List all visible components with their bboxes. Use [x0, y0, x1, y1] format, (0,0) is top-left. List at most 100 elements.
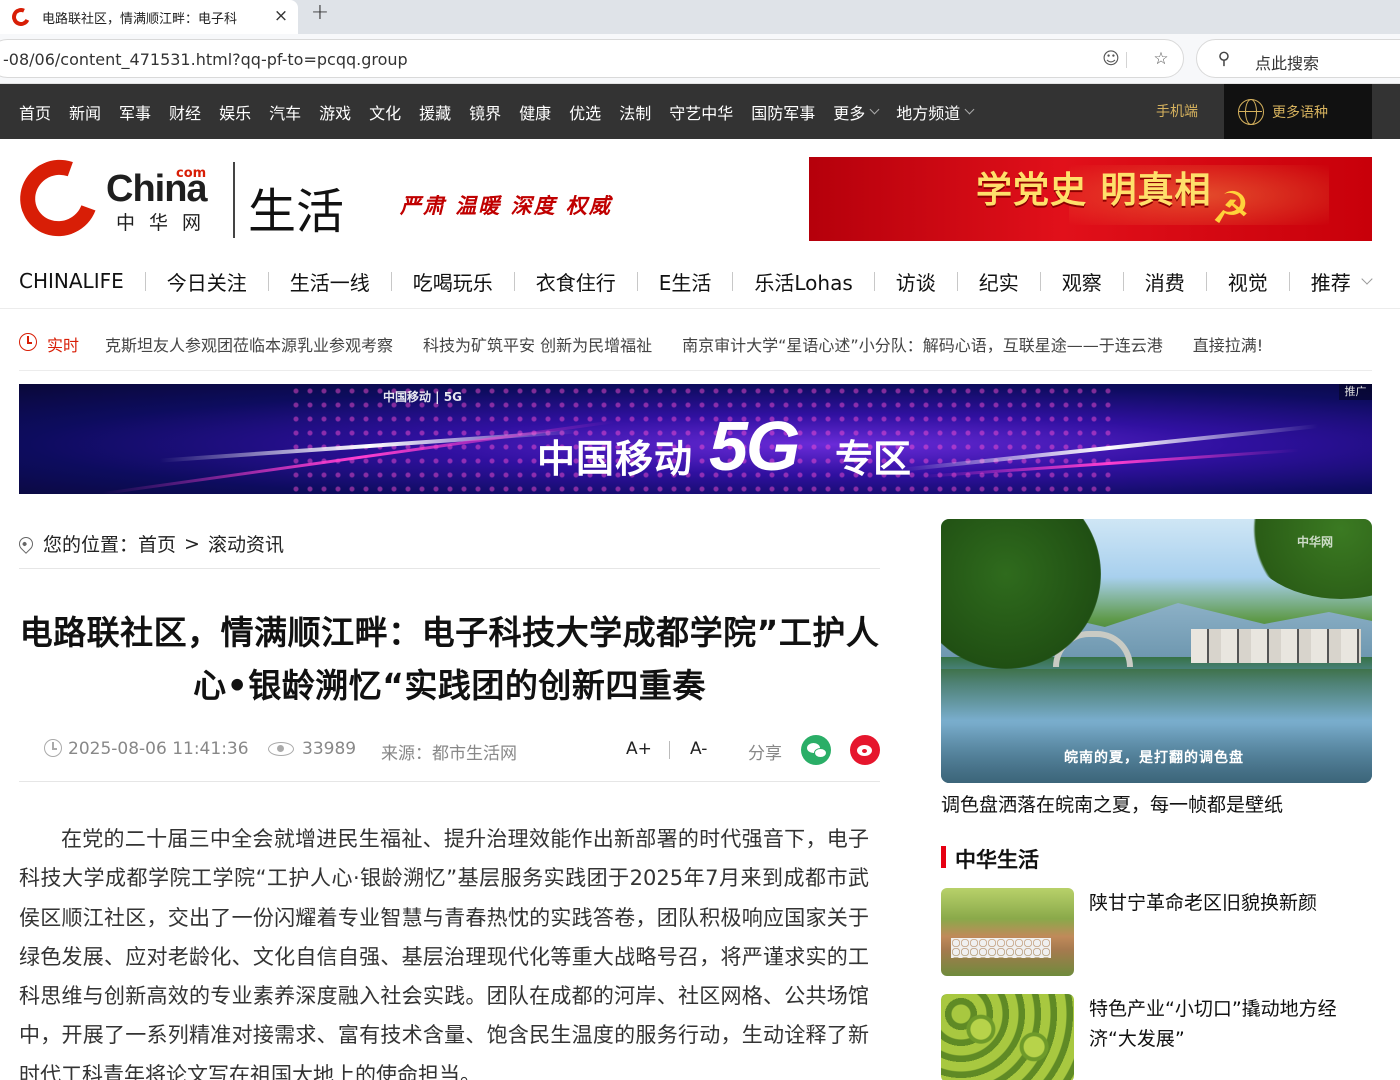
ticker-list: 克斯坦友人参观团莅临本源乳业参观考察 科技为矿筑平安 创新为民增福祉 南京审计大学“… [105, 332, 1293, 356]
news-thumbnail[interactable] [941, 888, 1074, 976]
breadcrumb: 您的位置： 首页 > 滚动资讯 [16, 530, 284, 557]
channel-item[interactable]: E生活 [659, 267, 712, 296]
channel-item[interactable]: 生活一线 [290, 267, 370, 296]
tab-title: 电路联社区，情满顺江畔：电子科 [42, 11, 238, 27]
font-decrease-button[interactable]: A- [690, 739, 707, 759]
meta-divider [19, 781, 880, 782]
channel-item[interactable]: 观察 [1062, 267, 1102, 296]
site-top-nav: 首页 新闻 军事 财经 娱乐 汽车 游戏 文化 援藏 镜界 健康 优选 法制 守艺中华 国防军事 更多 地方频道… [0, 84, 1400, 139]
top-nav-item[interactable]: 国防军事 [742, 100, 824, 124]
clock-icon [44, 739, 62, 757]
ad-text-5g: 5G [709, 407, 800, 485]
top-nav-item[interactable]: 新闻 [60, 100, 110, 124]
top-nav-item[interactable]: 镜界 [460, 100, 510, 124]
chevron-down-icon [869, 104, 880, 115]
channel-item[interactable]: 推荐 [1311, 267, 1351, 296]
channel-item[interactable]: 纪实 [979, 267, 1019, 296]
top-nav-label: 国防军事 [751, 103, 816, 123]
top-nav-label: 守艺中华 [669, 103, 734, 123]
browser-tab[interactable]: 电路联社区，情满顺江畔：电子科 × [0, 0, 298, 34]
ad-brand: 中国移动 | 5G [383, 390, 462, 404]
ticker-item[interactable]: 克斯坦友人参观团莅临本源乳业参观考察 [105, 332, 393, 356]
realtime-ticker: 实时 克斯坦友人参观团莅临本源乳业参观考察 科技为矿筑平安 创新为民增福祉 南京审计… [19, 328, 1372, 358]
publish-date: 2025-08-06 11:41:36 [68, 739, 249, 759]
clock-icon [19, 333, 37, 351]
top-nav-item[interactable]: 游戏 [310, 100, 360, 124]
feature-image[interactable]: 中华网 皖南的夏，是打翻的调色盘 [941, 519, 1372, 783]
more-languages-button[interactable]: 更多语种 [1224, 84, 1372, 139]
new-tab-icon[interactable]: + [307, 0, 333, 28]
news-title[interactable]: 特色产业“小切口”撬动地方经济“大发展” [1089, 994, 1372, 1054]
address-bar: -08/06/content_471531.html?qq-pf-to=pcqq… [0, 34, 1400, 84]
breadcrumb-home[interactable]: 首页 [138, 530, 176, 557]
top-nav-item[interactable]: 地方频道 [887, 100, 982, 124]
top-nav-item[interactable]: 汽车 [260, 100, 310, 124]
news-title[interactable]: 陕甘宁革命老区旧貌换新颜 [1089, 888, 1372, 918]
channel-item[interactable]: 访谈 [896, 267, 936, 296]
channel-nav: CHINALIFE 今日关注 生活一线 吃喝玩乐 衣食住行 E生活 乐活Lohas 访谈 纪实 观… [0, 262, 1400, 300]
article-source: 来源：都市生活网 [381, 744, 517, 764]
feature-title-link[interactable]: 调色盘洒落在皖南之夏，每一帧都是壁纸 [941, 790, 1283, 817]
mobile-link[interactable]: 手机端 [1156, 101, 1198, 121]
top-nav-label: 军事 [119, 103, 152, 123]
ad-tag: 推广 [1339, 384, 1372, 400]
ticker-item[interactable]: 南京审计大学“星语心述”小分队：解码心语，互联星途——于连云港 [682, 332, 1163, 356]
top-nav-label: 游戏 [319, 103, 352, 123]
wechat-share-icon[interactable] [801, 735, 831, 765]
font-increase-button[interactable]: A+ [626, 739, 652, 759]
ticker-item[interactable]: 直接拉满! [1193, 332, 1263, 356]
top-nav-item[interactable]: 健康 [510, 100, 560, 124]
image-caption: 皖南的夏，是打翻的调色盘 [1064, 750, 1244, 766]
article-meta: 2025-08-06 11:41:36 33989 来源：都市生活网 A+ A-… [19, 735, 880, 765]
news-thumbnail[interactable] [941, 994, 1074, 1080]
star-bookmark-icon[interactable]: ☆ [1149, 48, 1173, 72]
channel-separator [1288, 271, 1290, 291]
5g-ad-banner[interactable]: 中国移动 | 5G 中国移动 5G 专区 推广 [19, 384, 1372, 494]
channel-item[interactable]: 今日关注 [167, 267, 247, 296]
party-history-banner[interactable]: 学党史 明真相 ☭ [809, 157, 1372, 241]
search-icon: ⚲ [1217, 49, 1231, 69]
list-item[interactable]: 陕甘宁革命老区旧貌换新颜 [941, 888, 1372, 978]
hammer-sickle-icon: ☭ [1211, 183, 1251, 234]
top-nav-item[interactable]: 军事 [110, 100, 160, 124]
breadcrumb-current[interactable]: 滚动资讯 [208, 530, 284, 557]
font-divider [669, 741, 670, 759]
party-banner-text: 学党史 明真相 [976, 170, 1212, 211]
channel-item[interactable]: 衣食住行 [536, 267, 616, 296]
top-nav-item[interactable]: 法制 [610, 100, 660, 124]
channel-item[interactable]: 吃喝玩乐 [413, 267, 493, 296]
list-item[interactable]: 特色产业“小切口”撬动地方经济“大发展” [941, 994, 1372, 1080]
channel-item[interactable]: 乐活Lohas [754, 267, 852, 296]
view-count: 33989 [302, 739, 357, 759]
url-field[interactable]: -08/06/content_471531.html?qq-pf-to=pcqq… [0, 39, 1184, 78]
top-nav-item[interactable]: 娱乐 [210, 100, 260, 124]
top-nav-item[interactable]: 援藏 [410, 100, 460, 124]
top-nav-label: 地方频道 [896, 103, 961, 123]
browser-tab-strip: 电路联社区，情满顺江畔：电子科 × + [0, 0, 1400, 34]
close-tab-icon[interactable]: × [270, 5, 292, 27]
channel-item[interactable]: 视觉 [1228, 267, 1268, 296]
top-nav-item[interactable]: 首页 [10, 100, 60, 124]
breadcrumb-divider [19, 568, 880, 569]
chevron-down-icon [964, 104, 975, 115]
top-nav-label: 镜界 [469, 103, 502, 123]
browser-search-input[interactable]: ⚲ 点此搜索 [1196, 39, 1400, 78]
top-nav-item[interactable]: 优选 [560, 100, 610, 124]
channel-item[interactable]: 消费 [1145, 267, 1185, 296]
logo-com: com [176, 166, 207, 181]
channel-separator [636, 271, 638, 291]
ticker-item[interactable]: 科技为矿筑平安 创新为民增福祉 [423, 332, 652, 356]
logo-divider [233, 162, 235, 238]
ticker-label: 实时 [47, 336, 80, 355]
top-nav-item[interactable]: 文化 [360, 100, 410, 124]
china-com-logo-icon[interactable] [7, 147, 111, 249]
top-nav-label: 健康 [519, 103, 552, 123]
top-nav-item[interactable]: 更多 [824, 100, 887, 124]
weibo-share-icon[interactable] [850, 735, 880, 765]
top-nav-item[interactable]: 守艺中华 [660, 100, 742, 124]
smiley-feedback-icon[interactable]: ☺ [1099, 48, 1123, 72]
channel-item[interactable]: CHINALIFE [19, 269, 124, 293]
top-nav-item[interactable]: 财经 [160, 100, 210, 124]
section-name[interactable]: 生活 [248, 172, 344, 242]
chevron-down-icon[interactable] [1361, 272, 1373, 285]
